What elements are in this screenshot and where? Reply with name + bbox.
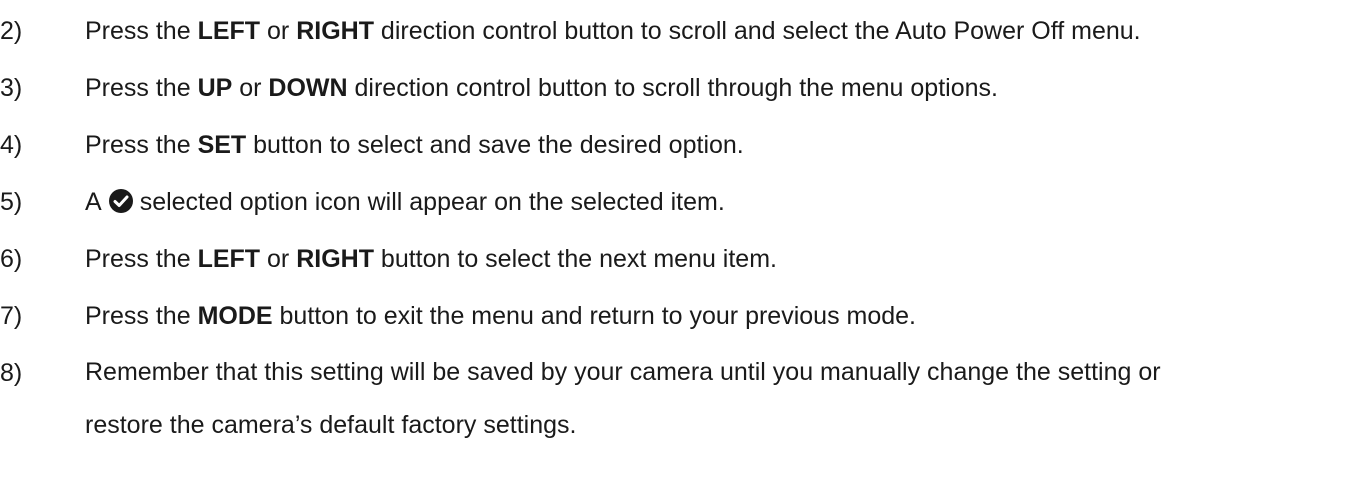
check-circle-icon bbox=[108, 188, 134, 214]
button-name-set: SET bbox=[197, 131, 247, 159]
step-number: 8) bbox=[0, 359, 23, 387]
step-number: 4) bbox=[0, 131, 23, 159]
step-text: Press the SET button to select and save … bbox=[85, 131, 744, 159]
step-number: 2) bbox=[0, 17, 23, 45]
step-text: Remember that this setting will be saved… bbox=[85, 358, 1161, 439]
button-name-up: UP bbox=[197, 74, 233, 102]
button-name-down: DOWN bbox=[268, 74, 348, 102]
button-name-right: RIGHT bbox=[296, 245, 374, 273]
step-number: 6) bbox=[0, 245, 23, 273]
step-text: Press the UP or DOWN direction control b… bbox=[85, 74, 998, 102]
step-number: 5) bbox=[0, 188, 23, 216]
step-number: 7) bbox=[0, 302, 23, 330]
button-name-right: RIGHT bbox=[296, 17, 374, 45]
button-name-left: LEFT bbox=[197, 245, 261, 273]
button-name-mode: MODE bbox=[197, 302, 273, 330]
step-text: Press the MODE button to exit the menu a… bbox=[85, 302, 916, 330]
step-number: 3) bbox=[0, 74, 23, 102]
step-text: Press the LEFT or RIGHT button to select… bbox=[85, 245, 777, 273]
step-text: Press the LEFT or RIGHT direction contro… bbox=[85, 17, 1141, 45]
step-text: Aselected option icon will appear on the… bbox=[85, 188, 725, 216]
button-name-left: LEFT bbox=[197, 17, 261, 45]
